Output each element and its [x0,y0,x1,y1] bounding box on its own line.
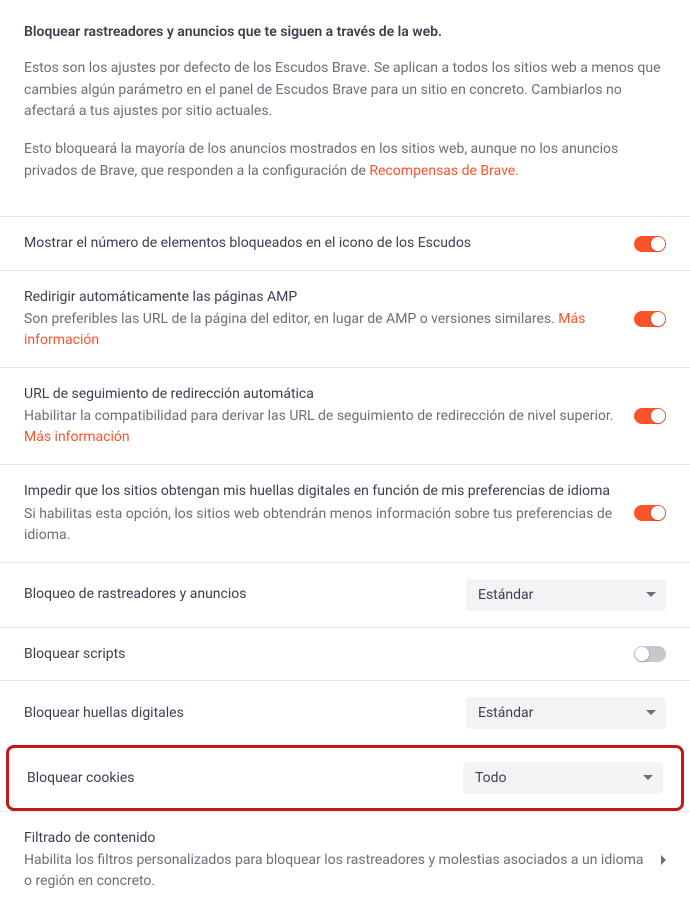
redirect-desc-text: Habilitar la compatibilidad para derivar… [24,408,614,424]
block-cookies-label: Bloquear cookies [27,768,447,788]
block-scripts-toggle[interactable] [634,646,666,662]
highlight-block-cookies: Bloquear cookies Todo [6,745,684,811]
amp-desc-text: Son preferibles las URL de la página del… [24,311,558,327]
row-content-filtering[interactable]: Filtrado de contenido Habilita los filtr… [0,811,690,908]
brave-rewards-link[interactable]: Recompensas de Brave. [369,163,519,179]
show-blocked-count-label: Mostrar el número de elementos bloqueado… [24,233,618,253]
amp-redirect-toggle[interactable] [634,311,666,327]
redirect-tracking-toggle[interactable] [634,408,666,424]
row-block-cookies: Bloquear cookies Todo [9,748,681,808]
caret-down-icon [646,710,656,715]
block-cookies-value: Todo [475,770,507,786]
block-cookies-select[interactable]: Todo [463,762,663,794]
shields-settings-panel: Bloquear rastreadores y anuncios que te … [0,0,690,908]
intro-paragraph-1: Estos son los ajustes por defecto de los… [24,58,666,123]
chevron-right-icon [661,855,666,865]
row-fingerprint-language: Impedir que los sitios obtengan mis huel… [0,464,690,561]
fingerprint-language-toggle[interactable] [634,505,666,521]
show-blocked-count-toggle[interactable] [634,236,666,252]
row-block-scripts: Bloquear scripts [0,627,690,680]
row-show-blocked-count: Mostrar el número de elementos bloqueado… [0,216,690,269]
row-block-fingerprints: Bloquear huellas digitales Estándar [0,680,690,745]
content-filtering-desc: Habilita los filtros personalizados para… [24,850,645,892]
block-fingerprints-label: Bloquear huellas digitales [24,703,450,723]
redirect-tracking-desc: Habilitar la compatibilidad para derivar… [24,406,618,448]
intro-title: Bloquear rastreadores y anuncios que te … [24,24,666,40]
fingerprint-language-label: Impedir que los sitios obtengan mis huel… [24,481,618,501]
row-redirect-tracking: URL de seguimiento de redirección automá… [0,367,690,464]
intro-section: Bloquear rastreadores y anuncios que te … [0,0,690,216]
intro-paragraph-2: Esto bloqueará la mayoría de los anuncio… [24,139,666,182]
fingerprint-language-desc: Si habilitas esta opción, los sitios web… [24,504,618,546]
block-scripts-label: Bloquear scripts [24,644,618,664]
intro-p2-text: Esto bloqueará la mayoría de los anuncio… [24,141,618,179]
redirect-learn-more-link[interactable]: Más información [24,429,130,445]
redirect-tracking-label: URL de seguimiento de redirección automá… [24,384,618,404]
amp-redirect-label: Redirigir automáticamente las páginas AM… [24,287,618,307]
block-fingerprints-select[interactable]: Estándar [466,697,666,729]
caret-down-icon [646,592,656,597]
content-filtering-label: Filtrado de contenido [24,828,645,848]
trackers-ads-value: Estándar [478,587,533,603]
trackers-ads-label: Bloqueo de rastreadores y anuncios [24,584,450,604]
row-trackers-ads: Bloqueo de rastreadores y anuncios Están… [0,562,690,627]
row-amp-redirect: Redirigir automáticamente las páginas AM… [0,270,690,367]
caret-down-icon [643,775,653,780]
trackers-ads-select[interactable]: Estándar [466,579,666,611]
amp-redirect-desc: Son preferibles las URL de la página del… [24,309,618,351]
block-fingerprints-value: Estándar [478,705,533,721]
